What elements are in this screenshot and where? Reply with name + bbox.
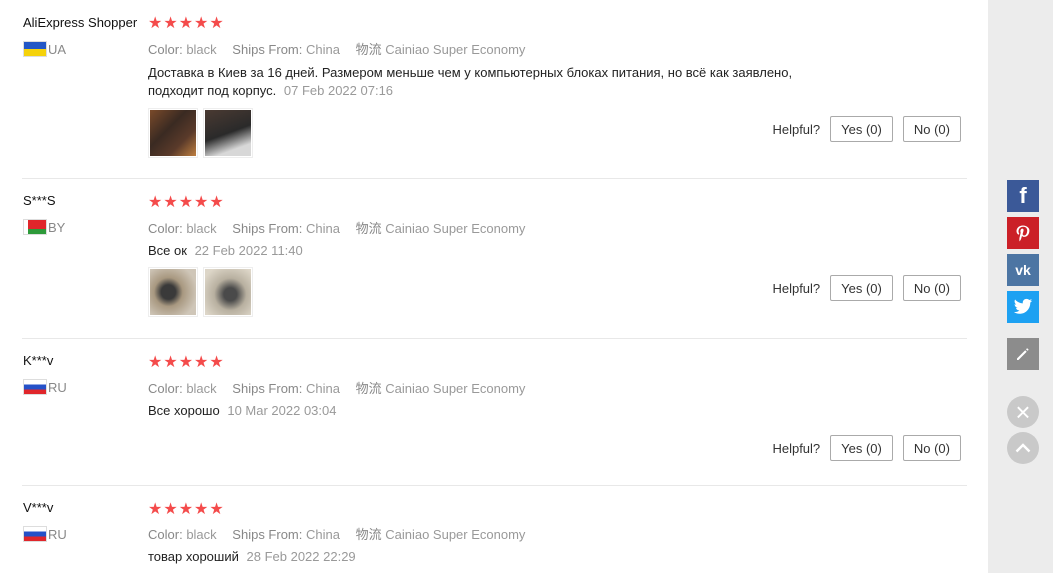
review-text: Все хорошо 10 Mar 2022 03:04 (148, 402, 848, 420)
review-body: Доставка в Киев за 16 дней. Размером мен… (148, 65, 793, 98)
review-item: K***v RU ★★★★★ Color: black Ships From: … (0, 339, 988, 486)
helpful-label: Helpful? (772, 440, 821, 456)
review-meta: Color: black Ships From: China 物流 Cainia… (148, 218, 525, 237)
logistics-label: 物流 (355, 527, 382, 542)
color-value: black (186, 381, 217, 396)
logistics-value: Cainiao Super Economy (385, 381, 526, 396)
edit-button[interactable] (1007, 338, 1039, 370)
russia-flag-icon (23, 379, 47, 395)
reviewer-country: RU (23, 526, 67, 542)
ships-label: Ships From: (232, 527, 303, 542)
review-text: Все ок 22 Feb 2022 11:40 (148, 242, 848, 260)
reviewer-country: RU (23, 379, 67, 395)
review-item: V***v RU ★★★★★ Color: black Ships From: … (0, 486, 988, 573)
helpful-label: Helpful? (772, 280, 821, 296)
helpful-label: Helpful? (772, 121, 821, 137)
review-meta: Color: black Ships From: China 物流 Cainia… (148, 524, 525, 543)
belarus-flag-icon (23, 219, 47, 235)
review-photos (148, 267, 253, 317)
chevron-up-icon (1015, 443, 1031, 453)
star-rating: ★★★★★ (148, 15, 225, 32)
reviewer-name: S***S (23, 193, 56, 208)
review-date: 10 Mar 2022 03:04 (227, 403, 337, 418)
helpful-yes-button[interactable]: Yes (0) (830, 435, 893, 461)
ships-label: Ships From: (232, 381, 303, 396)
close-button[interactable]: × (1007, 396, 1039, 428)
vk-icon: vk (1015, 262, 1031, 278)
logistics-value: Cainiao Super Economy (385, 42, 526, 57)
review-meta: Color: black Ships From: China 物流 Cainia… (148, 39, 525, 58)
facebook-icon: f (1019, 183, 1027, 208)
ships-value: China (306, 221, 340, 236)
color-label: Color: (148, 42, 183, 57)
reviewer-name: AliExpress Shopper (23, 15, 138, 30)
review-photo[interactable] (203, 108, 253, 158)
twitter-share-button[interactable] (1007, 291, 1039, 323)
review-date: 22 Feb 2022 11:40 (194, 243, 303, 258)
logistics-value: Cainiao Super Economy (385, 527, 526, 542)
ukraine-flag-icon (23, 41, 47, 57)
pencil-icon (1017, 348, 1029, 360)
review-body: товар хороший (148, 549, 239, 564)
helpful-no-button[interactable]: No (0) (902, 116, 961, 142)
helpful-controls: Helpful? Yes (0) No (0) (772, 435, 961, 461)
russia-flag-icon (23, 526, 47, 542)
color-label: Color: (148, 381, 183, 396)
ships-value: China (306, 381, 340, 396)
review-photo[interactable] (148, 108, 198, 158)
scroll-top-button[interactable] (1007, 432, 1039, 464)
color-value: black (186, 221, 217, 236)
pinterest-share-button[interactable] (1007, 217, 1039, 249)
pinterest-icon (1016, 225, 1030, 242)
ships-label: Ships From: (232, 221, 303, 236)
twitter-icon (1013, 298, 1033, 314)
logistics-label: 物流 (355, 381, 382, 396)
country-code: BY (48, 219, 66, 235)
review-body: Все ок (148, 243, 187, 258)
color-value: black (186, 527, 217, 542)
helpful-no-button[interactable]: No (0) (902, 275, 961, 301)
review-photo[interactable] (203, 267, 253, 317)
country-code: RU (48, 379, 67, 395)
helpful-yes-button[interactable]: Yes (0) (830, 275, 893, 301)
facebook-share-button[interactable]: f (1007, 180, 1039, 212)
review-item: AliExpress Shopper UA ★★★★★ Color: black… (0, 0, 988, 179)
star-rating: ★★★★★ (148, 194, 225, 211)
close-icon: × (1015, 397, 1031, 427)
ships-value: China (306, 527, 340, 542)
reviews-panel: AliExpress Shopper UA ★★★★★ Color: black… (0, 0, 988, 573)
review-text: товар хороший 28 Feb 2022 22:29 (148, 548, 848, 566)
helpful-no-button[interactable]: No (0) (902, 435, 961, 461)
review-item: S***S BY ★★★★★ Color: black Ships From: … (0, 179, 988, 339)
logistics-label: 物流 (355, 221, 382, 236)
star-rating: ★★★★★ (148, 354, 225, 371)
review-date: 28 Feb 2022 22:29 (246, 549, 356, 564)
vk-share-button[interactable]: vk (1007, 254, 1039, 286)
ships-value: China (306, 42, 340, 57)
review-meta: Color: black Ships From: China 物流 Cainia… (148, 378, 525, 397)
review-photos (148, 108, 253, 158)
review-date: 07 Feb 2022 07:16 (283, 83, 394, 98)
helpful-yes-button[interactable]: Yes (0) (830, 116, 893, 142)
reviewer-name: K***v (23, 353, 54, 368)
review-text: Доставка в Киев за 16 дней. Размером мен… (148, 64, 848, 100)
helpful-controls: Helpful? Yes (0) No (0) (772, 275, 961, 301)
ships-label: Ships From: (232, 42, 303, 57)
color-label: Color: (148, 221, 183, 236)
country-code: UA (48, 41, 67, 57)
country-code: RU (48, 526, 67, 542)
logistics-label: 物流 (355, 42, 382, 57)
reviewer-country: UA (23, 41, 66, 57)
star-rating: ★★★★★ (148, 501, 225, 518)
color-label: Color: (148, 527, 183, 542)
review-photo[interactable] (148, 267, 198, 317)
color-value: black (186, 42, 217, 57)
review-body: Все хорошо (148, 403, 220, 418)
reviewer-country: BY (23, 219, 65, 235)
logistics-value: Cainiao Super Economy (385, 221, 526, 236)
reviewer-name: V***v (23, 500, 54, 515)
helpful-controls: Helpful? Yes (0) No (0) (772, 116, 961, 142)
